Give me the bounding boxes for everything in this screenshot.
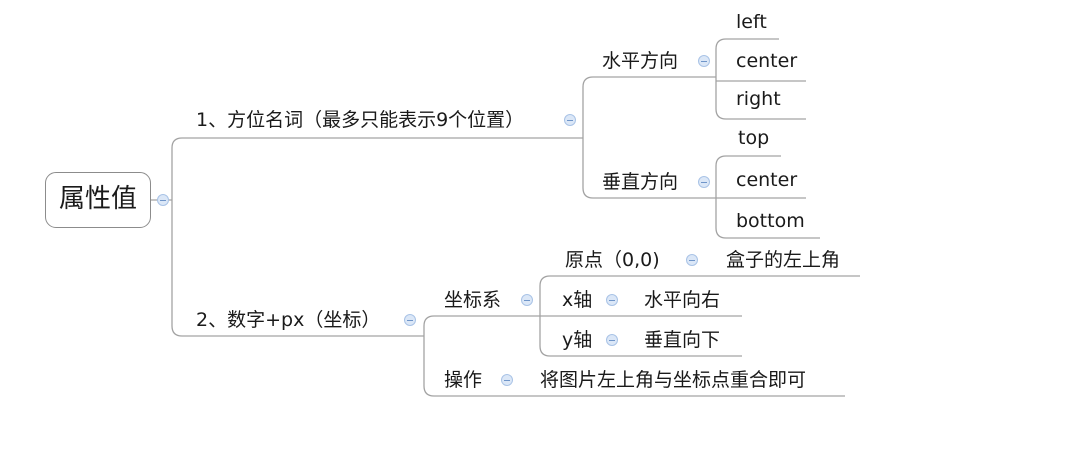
- mind-map-canvas: 属性值 1、方位名词（最多只能表示9个位置） 水平方向 left center …: [0, 0, 1065, 455]
- leaf-center-vertical[interactable]: center: [736, 168, 797, 192]
- branch-2-label[interactable]: 2、数字+px（坐标）: [196, 308, 380, 332]
- leaf-center-horizontal[interactable]: center: [736, 49, 797, 73]
- leaf-bottom[interactable]: bottom: [736, 209, 805, 233]
- origin-node[interactable]: 原点（0,0): [565, 248, 660, 272]
- x-axis-value[interactable]: 水平向右: [644, 288, 720, 312]
- leaf-top[interactable]: top: [738, 126, 769, 150]
- operation-value[interactable]: 将图片左上角与坐标点重合即可: [540, 368, 806, 392]
- y-axis-value[interactable]: 垂直向下: [644, 328, 720, 352]
- coordinate-system-node[interactable]: 坐标系: [444, 288, 501, 312]
- connector-lines: [151, 38, 860, 397]
- collapse-toggle-icon[interactable]: [501, 374, 513, 386]
- root-node[interactable]: 属性值: [45, 172, 151, 228]
- collapse-toggle-icon[interactable]: [606, 334, 618, 346]
- y-axis-node[interactable]: y轴: [562, 328, 592, 352]
- collapse-toggle-icon[interactable]: [606, 294, 618, 306]
- operation-node[interactable]: 操作: [444, 368, 482, 392]
- collapse-toggle-icon[interactable]: [157, 194, 169, 206]
- vertical-direction-node[interactable]: 垂直方向: [602, 170, 678, 194]
- origin-value[interactable]: 盒子的左上角: [726, 248, 840, 272]
- collapse-toggle-icon[interactable]: [564, 114, 576, 126]
- collapse-toggle-icon[interactable]: [698, 176, 710, 188]
- x-axis-node[interactable]: x轴: [562, 288, 592, 312]
- collapse-toggle-icon[interactable]: [686, 254, 698, 266]
- collapse-toggle-icon[interactable]: [698, 55, 710, 67]
- collapse-toggle-icon[interactable]: [521, 294, 533, 306]
- collapse-toggle-icon[interactable]: [404, 314, 416, 326]
- leaf-left[interactable]: left: [736, 10, 767, 34]
- leaf-right[interactable]: right: [736, 87, 781, 111]
- horizontal-direction-node[interactable]: 水平方向: [602, 49, 678, 73]
- branch-1-label[interactable]: 1、方位名词（最多只能表示9个位置）: [196, 108, 524, 132]
